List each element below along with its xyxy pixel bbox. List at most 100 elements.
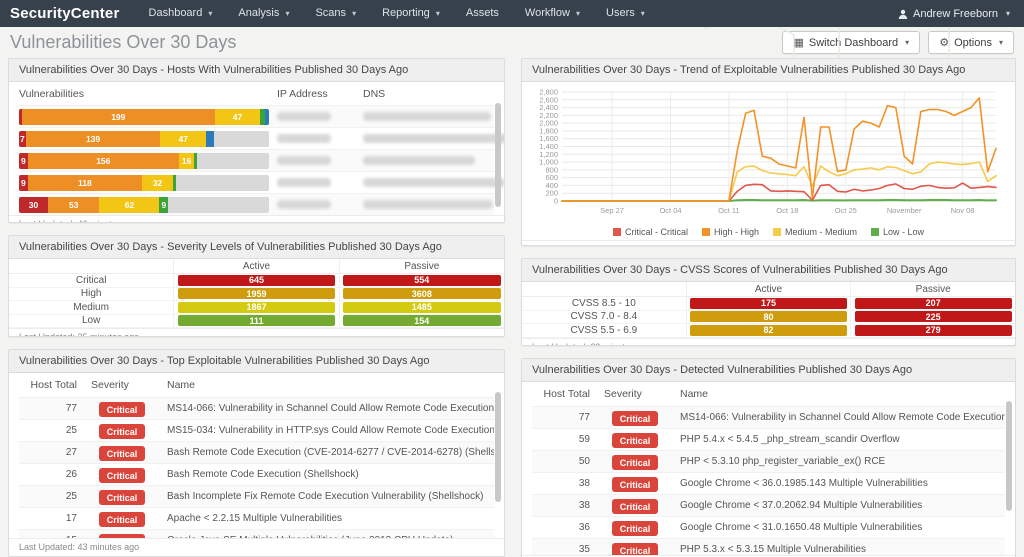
passive-count-bar[interactable]: 154 [342, 315, 501, 327]
panel-cvss-scores: Vulnerabilities Over 30 Days - CVSS Scor… [521, 258, 1016, 346]
svg-text:2,000: 2,000 [539, 119, 558, 128]
table-row[interactable]: 38 Critical Google Chrome < 37.0.2062.94… [532, 494, 1005, 516]
table-row[interactable]: 77 Critical MS14-066: Vulnerability in S… [532, 406, 1005, 428]
severity-badge: Critical [98, 512, 146, 527]
green-bar-segment [194, 152, 198, 169]
table-row[interactable]: 15 Critical Oracle Java SE Multiple Vuln… [19, 529, 494, 538]
last-updated: Last Updated: 29 minutes ago [522, 337, 1015, 345]
scrollbar-thumb[interactable] [495, 103, 501, 207]
page-title: Vulnerabilities Over 30 Days [10, 32, 237, 52]
top-navbar: SecurityCenter Dashboard ▾ Analysis ▾ Scan… [0, 0, 1024, 27]
nav-item-analysis[interactable]: Analysis ▾ [225, 0, 302, 27]
severity-badge: Critical [611, 433, 659, 448]
green-bar-segment [173, 174, 176, 191]
host-total: 27 [65, 447, 77, 458]
svg-text:Nov 08: Nov 08 [951, 206, 975, 215]
options-button[interactable]: ⚙ Options ▾ [928, 31, 1014, 54]
active-count-bar[interactable]: 82 [689, 324, 848, 336]
table-row[interactable]: 25 Critical MS15-034: Vulnerability in H… [19, 419, 494, 441]
vulnerability-name: Bash Incomplete Fix Remote Code Executio… [167, 491, 484, 502]
nav-item-users[interactable]: Users ▾ [593, 0, 658, 27]
passive-count-bar[interactable]: 207 [854, 297, 1012, 309]
active-count-bar[interactable]: 1959 [177, 288, 336, 300]
passive-count-bar[interactable]: 3608 [342, 288, 501, 300]
last-updated: Last Updated: 36 minutes ago [522, 240, 1015, 245]
table-row[interactable]: 36 Critical Google Chrome < 31.0.1650.48… [532, 516, 1005, 538]
table-row[interactable]: 7 139 47 [19, 127, 504, 149]
legend-swatch [612, 228, 621, 236]
col-host-total: Host Total [30, 379, 78, 391]
severity-badge: Critical [98, 446, 146, 461]
red-bar-segment: 9 [19, 174, 28, 191]
table-column-headers: Host Total Severity Name [522, 382, 1015, 406]
hosts-column-headers: Vulnerabilities IP Address DNS [9, 82, 504, 105]
table-row[interactable]: 35 Critical PHP 5.3.x < 5.3.15 Multiple … [532, 538, 1005, 555]
user-menu[interactable]: Andrew Freeborn ▾ [898, 8, 1024, 20]
legend-item: High - High [701, 227, 759, 237]
table-row[interactable]: 27 Critical Bash Remote Code Execution (… [19, 441, 494, 463]
vulnerability-bar[interactable]: 7 139 47 [19, 130, 277, 147]
passive-count-bar[interactable]: 279 [854, 324, 1012, 336]
active-count-bar[interactable]: 80 [689, 311, 848, 323]
nav-item-scans[interactable]: Scans ▾ [302, 0, 369, 27]
table-row[interactable]: 50 Critical PHP < 5.3.10 php_register_va… [532, 450, 1005, 472]
panel-title: Vulnerabilities Over 30 Days - Top Explo… [9, 350, 504, 373]
host-total: 35 [578, 544, 590, 555]
table-row[interactable]: 30 53 62 9 [19, 193, 494, 215]
active-count-bar[interactable]: 645 [177, 274, 336, 286]
severity-badge: Critical [611, 455, 659, 470]
scrollbar-thumb[interactable] [1006, 401, 1012, 511]
scrollbar-thumb[interactable] [495, 392, 501, 502]
svg-text:2,800: 2,800 [539, 88, 558, 97]
nav-item-reporting[interactable]: Reporting ▾ [369, 0, 453, 27]
passive-count-bar[interactable]: 1485 [342, 301, 501, 313]
orange-bar-segment: 139 [25, 130, 161, 147]
table-row[interactable]: 17 Critical Apache < 2.2.15 Multiple Vul… [19, 507, 494, 529]
switch-dashboard-label: Switch Dashboard [808, 36, 899, 49]
table-row: Low 111 154 [9, 314, 504, 328]
table-row[interactable]: 199 47 [19, 105, 494, 127]
col-host-total: Host Total [543, 388, 591, 400]
row-label: CVSS 5.5 - 6.9 [570, 324, 638, 336]
severity-badge: Critical [611, 411, 659, 426]
row-label: Low [81, 315, 101, 327]
vulnerability-name: PHP 5.4.x < 5.4.5 _php_stream_scandir Ov… [680, 434, 900, 445]
table-row[interactable]: 9 156 16 [19, 149, 494, 171]
table-row[interactable]: 77 Critical MS14-066: Vulnerability in S… [19, 397, 494, 419]
vulnerability-bar[interactable]: 9 118 32 [19, 174, 277, 191]
panel-title: Vulnerabilities Over 30 Days - Severity … [9, 236, 504, 259]
host-total: 77 [65, 403, 77, 414]
vulnerability-bar[interactable]: 30 53 62 9 [19, 196, 277, 213]
host-total: 25 [65, 425, 77, 436]
legend-swatch [772, 228, 781, 236]
vulnerability-name: Google Chrome < 37.0.2062.94 Multiple Vu… [680, 500, 923, 511]
nav-item-dashboard[interactable]: Dashboard ▾ [136, 0, 226, 27]
app-logo[interactable]: SecurityCenter [0, 5, 136, 22]
nav-item-assets[interactable]: Assets [453, 0, 512, 27]
severity-badge: Critical [98, 424, 146, 439]
last-updated: Last Updated: 43 minutes ago [9, 538, 504, 556]
table-row[interactable]: 26 Critical Bash Remote Code Execution (… [19, 463, 494, 485]
severity-badge: Critical [98, 490, 146, 505]
table-row[interactable]: 25 Critical Bash Incomplete Fix Remote C… [19, 485, 494, 507]
table-row[interactable]: 38 Critical Google Chrome < 36.0.1985.14… [532, 472, 1005, 494]
switch-dashboard-button[interactable]: ▦ Switch Dashboard ▾ [782, 31, 921, 54]
panel-trend-chart: Vulnerabilities Over 30 Days - Trend of … [521, 58, 1016, 246]
nav-item-workflow[interactable]: Workflow ▾ [512, 0, 593, 27]
table-row[interactable]: 59 Critical PHP 5.4.x < 5.4.5 _php_strea… [532, 428, 1005, 450]
active-count-bar[interactable]: 111 [177, 315, 336, 327]
chevron-down-icon: ▾ [1005, 9, 1010, 18]
vulnerability-bar[interactable]: 199 47 [19, 108, 277, 125]
ip-address-redacted [277, 200, 363, 209]
active-count-bar[interactable]: 175 [689, 297, 848, 309]
col-vulnerabilities: Vulnerabilities [19, 88, 84, 100]
table-row[interactable]: 9 118 32 [19, 171, 504, 193]
col-name: Name [680, 388, 709, 400]
passive-count-bar[interactable]: 225 [854, 311, 1012, 323]
table-row: Critical 645 554 [9, 274, 504, 288]
passive-count-bar[interactable]: 554 [342, 274, 501, 286]
svg-text:0: 0 [554, 197, 558, 206]
vulnerability-bar[interactable]: 9 156 16 [19, 152, 277, 169]
vulnerability-name: Bash Remote Code Execution (Shellshock) [167, 469, 359, 480]
active-count-bar[interactable]: 1867 [177, 301, 336, 313]
